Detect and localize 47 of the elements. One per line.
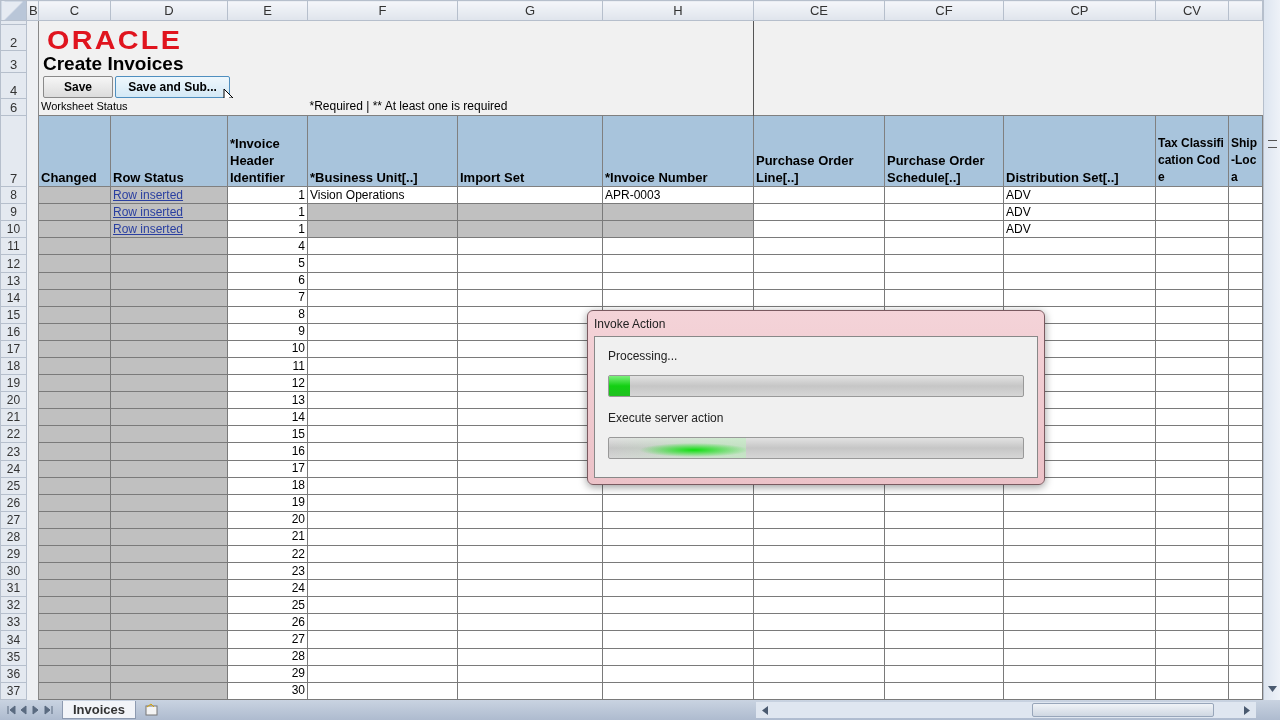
sheet-navigation-icon[interactable]: [6, 705, 54, 715]
scroll-down-icon[interactable]: [1268, 686, 1277, 692]
table-column-header: Changed: [38, 115, 111, 187]
column-header[interactable]: F: [307, 0, 458, 21]
new-sheet-icon[interactable]: [144, 703, 161, 717]
row-status-link[interactable]: Row inserted: [113, 187, 184, 202]
dialog-title: Invoke Action: [594, 316, 666, 331]
scroll-left-icon[interactable]: [762, 705, 769, 715]
oracle-logo: ORACLE: [47, 28, 183, 53]
required-note: *Required | ** At least one is required: [309, 99, 508, 114]
table-column-header: Row Status: [110, 115, 228, 187]
column-header[interactable]: CP: [1003, 0, 1156, 21]
worksheet-status-label: Worksheet Status: [41, 100, 128, 113]
row-number[interactable]: 4: [0, 72, 27, 99]
table-column-header: Purchase Order Schedule[..]: [884, 115, 1004, 187]
scroll-right-icon[interactable]: [1244, 705, 1251, 715]
table-column-header: Import Set: [457, 115, 603, 187]
column-header[interactable]: D: [110, 0, 228, 21]
sheet-tab[interactable]: Invoices: [62, 701, 137, 719]
column-header[interactable]: G: [457, 0, 603, 21]
row-status-link[interactable]: Row inserted: [113, 221, 184, 236]
save-and-submit-button[interactable]: Save and Sub...: [115, 76, 230, 99]
vertical-scrollbar[interactable]: [1263, 0, 1280, 700]
table-column-header: Purchase Order Line[..]: [753, 115, 885, 187]
progress-label: Processing...: [608, 349, 679, 363]
save-button[interactable]: Save: [43, 76, 113, 99]
progress-label: Execute server action: [608, 411, 725, 425]
table-column-header: *Invoice Number: [602, 115, 754, 187]
column-header[interactable]: C: [38, 0, 111, 21]
column-header[interactable]: H: [602, 0, 754, 21]
row-status-link[interactable]: Row inserted: [113, 204, 184, 219]
horizontal-scrollbar[interactable]: [756, 702, 1257, 718]
table-column-header: *Business Unit[..]: [307, 115, 458, 187]
split-handle-icon[interactable]: [1268, 140, 1277, 148]
table-column-header: *Invoice Header Identifier: [227, 115, 308, 187]
column-header[interactable]: CF: [884, 0, 1004, 21]
table-column-header: Tax Classification Code: [1155, 115, 1229, 187]
column-header[interactable]: CV: [1155, 0, 1229, 21]
page-title: Create Invoices: [43, 52, 184, 77]
scroll-thumb[interactable]: [1032, 703, 1215, 717]
table-column-header: Ship-Loca: [1228, 115, 1263, 187]
table-column-header: Distribution Set[..]: [1003, 115, 1156, 187]
column-header[interactable]: E: [227, 0, 308, 21]
row-number[interactable]: 2: [0, 24, 27, 51]
column-header[interactable]: CE: [753, 0, 885, 21]
row-number[interactable]: 3: [0, 50, 27, 73]
row-number[interactable]: 7: [0, 115, 27, 187]
